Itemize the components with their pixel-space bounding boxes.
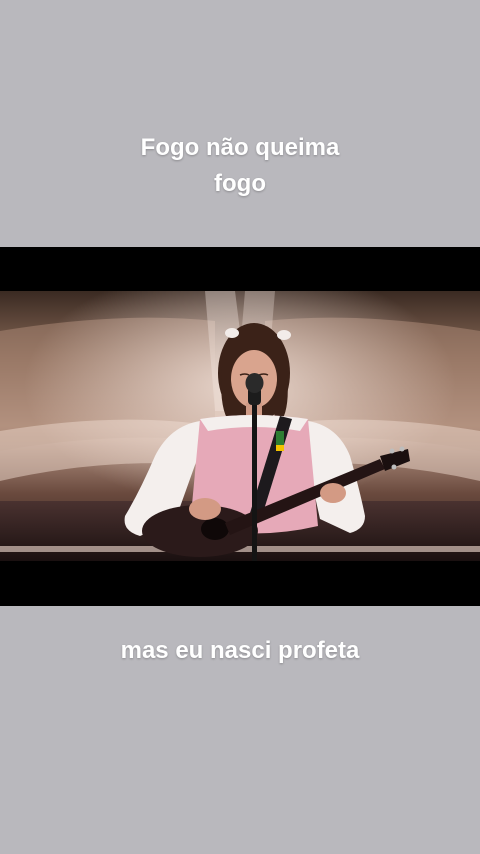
top-caption-line-2: fogo <box>214 170 266 197</box>
singer-performance-scene <box>0 291 480 561</box>
top-caption: Fogo não queima fogo <box>0 130 480 202</box>
bottom-caption: mas eu nasci profeta <box>120 637 360 664</box>
top-caption-line-1: Fogo não queima <box>140 134 340 161</box>
video-frame-image <box>0 291 480 561</box>
video-player[interactable] <box>0 247 480 606</box>
story-page: Fogo não queima fogo mas eu nasci profet… <box>0 0 480 854</box>
